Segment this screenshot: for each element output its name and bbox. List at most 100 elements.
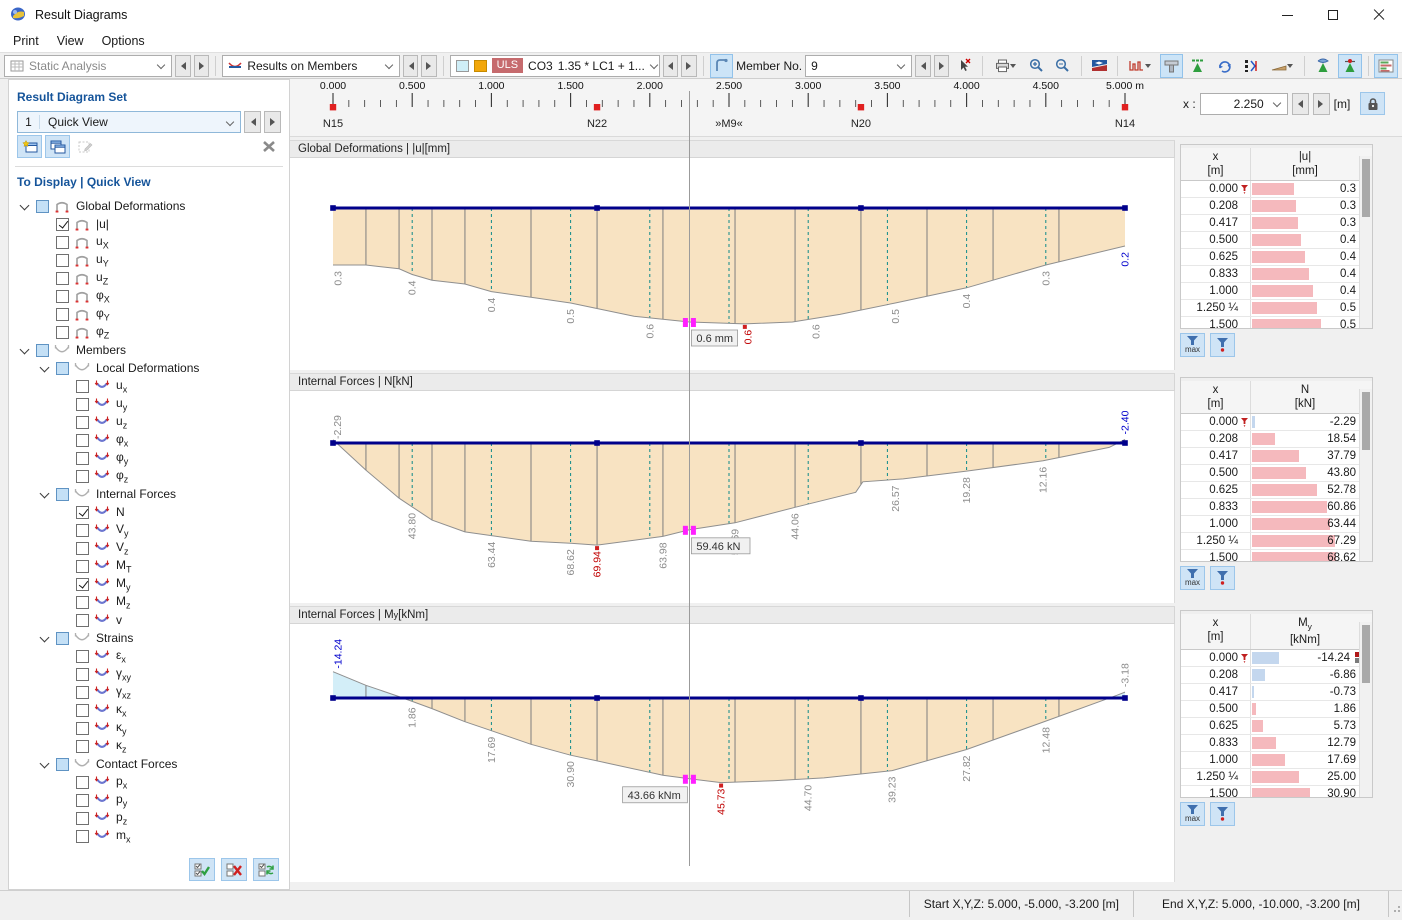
tree-item[interactable]: MT [15, 557, 283, 575]
lock-station-button[interactable] [1360, 92, 1386, 115]
member-next-button[interactable] [933, 54, 950, 77]
cursor-line[interactable] [689, 91, 690, 866]
diagram-style-button[interactable] [1124, 54, 1157, 78]
checkbox[interactable] [76, 595, 89, 609]
checkbox[interactable] [76, 577, 89, 591]
checkbox[interactable] [76, 775, 89, 789]
tree-item[interactable]: mx [15, 827, 283, 845]
close-button[interactable] [1356, 0, 1402, 30]
chevron-expand-icon[interactable] [39, 363, 51, 373]
tree-item[interactable]: φY [15, 305, 283, 323]
checkbox[interactable] [76, 397, 89, 411]
tree-item[interactable]: py [15, 791, 283, 809]
invert-selection-button[interactable] [253, 858, 279, 881]
tree-item[interactable]: Global Deformations [15, 197, 283, 215]
checkbox[interactable] [76, 613, 89, 627]
edit-set-button[interactable] [73, 135, 98, 158]
table-row[interactable]: 1.000 17.69 [1181, 752, 1359, 770]
maximize-button[interactable] [1310, 0, 1356, 30]
table-row[interactable]: 1.500 0.5 [1181, 317, 1359, 328]
checkbox[interactable] [36, 343, 49, 357]
analysis-prev-button[interactable] [175, 54, 191, 77]
chevron-expand-icon[interactable] [39, 489, 51, 499]
set-next-button[interactable] [264, 111, 281, 133]
chevron-expand-icon[interactable] [39, 759, 51, 769]
diagram-set-combo[interactable]: 1 Quick View [17, 111, 241, 133]
table-row[interactable]: 0.833 60.86 [1181, 499, 1359, 516]
checkbox[interactable] [56, 325, 69, 339]
moment-chart[interactable]: -14.24 1.86 17.69 30.90 45.73 44.70 39.23 27.82… [290, 624, 1175, 882]
resize-grip[interactable] [1388, 891, 1402, 917]
checkbox[interactable] [56, 217, 69, 231]
smooth-results-button[interactable] [1186, 54, 1210, 78]
tree-item[interactable]: |u| [15, 215, 283, 233]
rotate-view-button[interactable] [1213, 54, 1237, 78]
tree-item[interactable]: uz [15, 413, 283, 431]
table-row[interactable]: 0.417 37.79 [1181, 448, 1359, 465]
tree-item[interactable]: γxy [15, 665, 283, 683]
tree-item[interactable]: pz [15, 809, 283, 827]
tree-item[interactable]: κz [15, 737, 283, 755]
select-member-button[interactable] [709, 53, 734, 78]
combination-next-button[interactable] [681, 54, 697, 77]
station-ruler[interactable]: 0.000 0.500 1.000 1.500 2.000 2.500 3.000 3.500… [290, 79, 1175, 137]
table-row[interactable]: 0.417 0.3 [1181, 215, 1359, 232]
combination-prev-button[interactable] [662, 54, 679, 77]
tree-item[interactable]: uX [15, 233, 283, 251]
tree-item[interactable]: N [15, 503, 283, 521]
checkbox[interactable] [76, 793, 89, 807]
table-row[interactable]: 1.250 ¼ 25.00 [1181, 769, 1359, 787]
print-button[interactable] [989, 54, 1022, 78]
table-row[interactable]: 0.208 18.54 [1181, 431, 1359, 448]
filter-max-button[interactable]: max [1180, 566, 1205, 590]
chevron-expand-icon[interactable] [39, 633, 51, 643]
result-table-button[interactable] [1374, 53, 1399, 78]
results-combo[interactable]: Results on Members [222, 54, 400, 77]
table-row[interactable]: 0.833 0.4 [1181, 266, 1359, 283]
table-row[interactable]: 0.417 -0.73 [1181, 684, 1359, 702]
tree-item[interactable]: φz [15, 467, 283, 485]
normal-force-chart[interactable]: -2.2943.8063.4468.6269.9463.9854.6944.06… [290, 391, 1175, 603]
tree-item[interactable]: uy [15, 395, 283, 413]
table-row[interactable]: 0.500 0.4 [1181, 232, 1359, 249]
results-prev-button[interactable] [402, 54, 419, 77]
checkbox[interactable] [56, 361, 69, 375]
table-row[interactable]: 0.000 0.3 [1181, 181, 1359, 198]
zoom-out-button[interactable] [1051, 54, 1075, 78]
table-row[interactable]: 1.500 68.62 [1181, 550, 1359, 561]
tree-item[interactable]: px [15, 773, 283, 791]
tree-item[interactable]: Local Deformations [15, 359, 283, 377]
tree-item[interactable]: Internal Forces [15, 485, 283, 503]
checkbox[interactable] [76, 433, 89, 447]
tree-item[interactable]: φx [15, 431, 283, 449]
table-row[interactable]: 0.625 5.73 [1181, 718, 1359, 736]
display-properties-button[interactable] [1088, 54, 1112, 78]
filter-values-button[interactable] [1210, 333, 1235, 357]
scrollbar-thumb[interactable] [1362, 159, 1370, 217]
checkbox[interactable] [56, 253, 69, 267]
checkbox[interactable] [76, 685, 89, 699]
checkbox[interactable] [76, 703, 89, 717]
checkbox[interactable] [76, 469, 89, 483]
table-row[interactable]: 0.000 -14.24 [1181, 650, 1360, 668]
deselect-button[interactable] [952, 54, 976, 78]
copy-set-button[interactable] [45, 135, 70, 158]
uncheck-all-button[interactable] [221, 858, 247, 881]
tree-item[interactable]: Contact Forces [15, 755, 283, 773]
checkbox[interactable] [76, 379, 89, 393]
checkbox[interactable] [76, 667, 89, 681]
x-next-button[interactable] [1312, 92, 1330, 115]
checkbox[interactable] [36, 199, 49, 213]
scrollbar-thumb[interactable] [1362, 392, 1370, 450]
member-prev-button[interactable] [915, 54, 931, 77]
table-row[interactable]: 0.500 1.86 [1181, 701, 1359, 719]
delete-set-button[interactable] [256, 135, 281, 158]
result-values-button[interactable] [1337, 53, 1362, 78]
table-scrollbar[interactable] [1359, 389, 1372, 561]
tree-item[interactable]: Members [15, 341, 283, 359]
scrollbar-thumb[interactable] [1362, 625, 1370, 683]
table-row[interactable]: 0.500 43.80 [1181, 465, 1359, 482]
checkbox[interactable] [76, 451, 89, 465]
tree-item[interactable]: Vz [15, 539, 283, 557]
tree-item[interactable]: γxz [15, 683, 283, 701]
